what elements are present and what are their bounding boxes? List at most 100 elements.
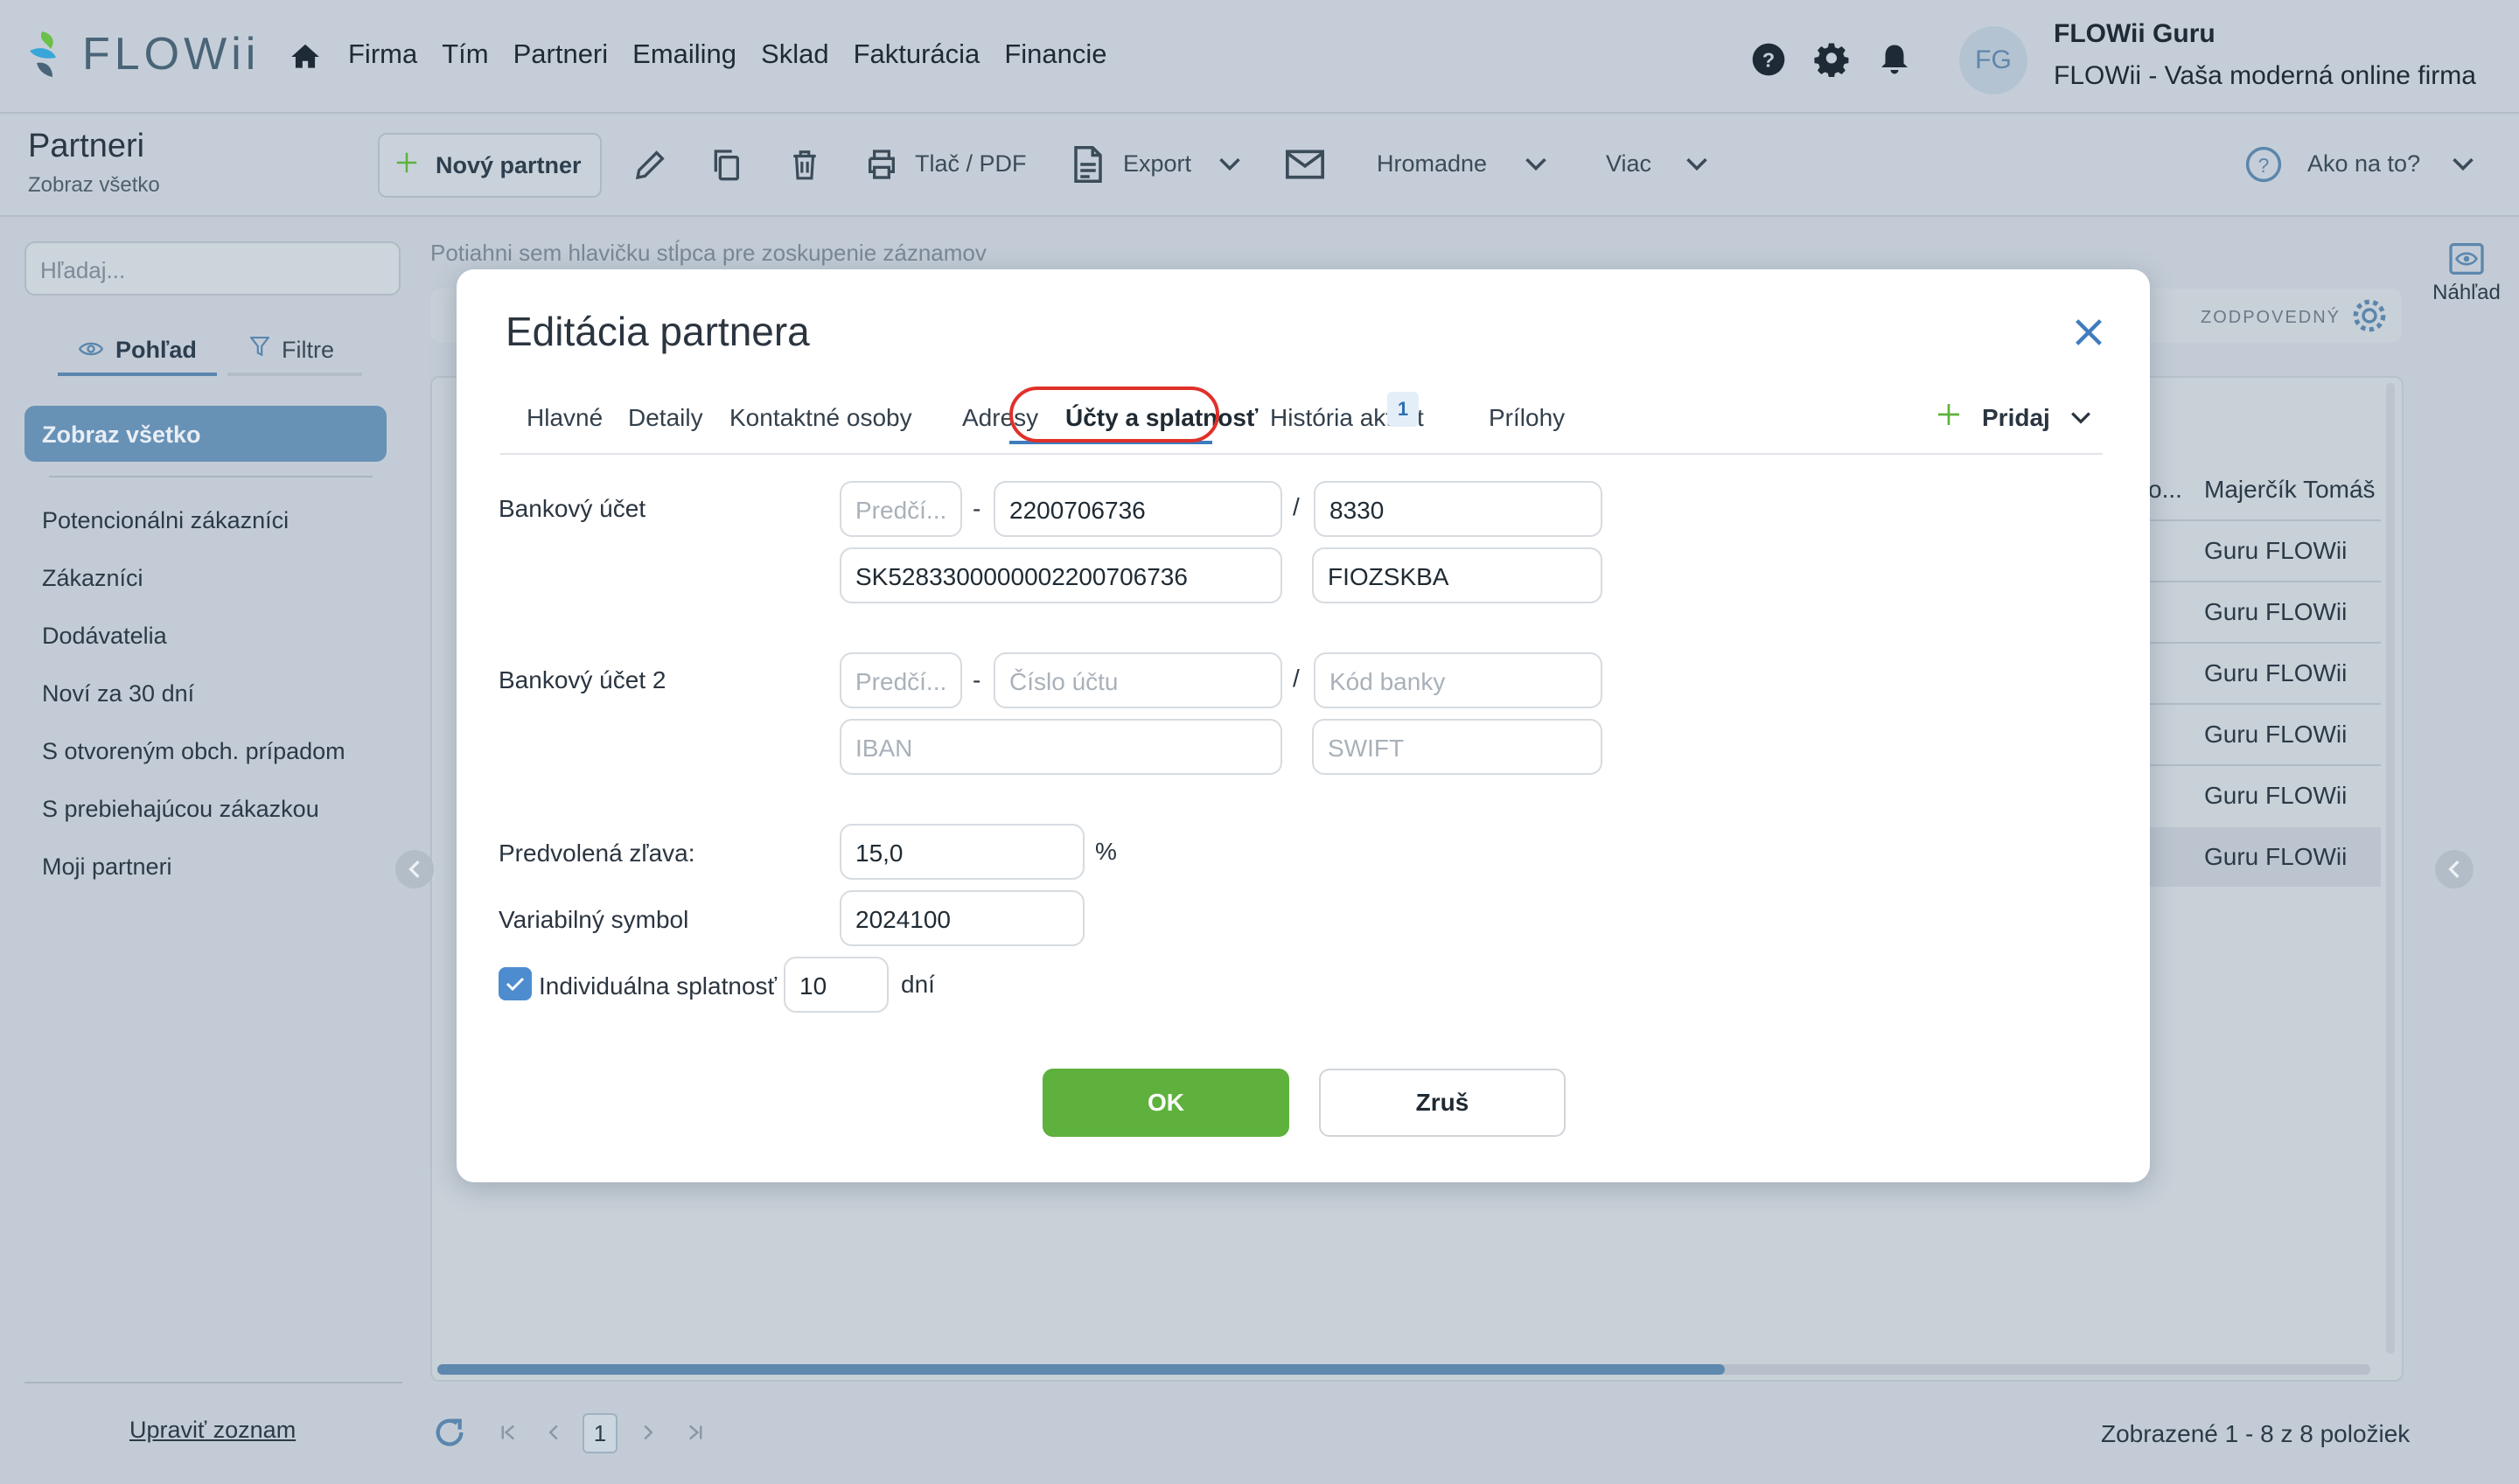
grid-settings-gear-icon[interactable] [2351,297,2388,338]
tab-attachments[interactable]: Prílohy [1489,404,1565,432]
first-page-icon[interactable] [500,1424,516,1446]
activity-count-badge: 1 [1387,392,1419,427]
sidebar-item-potential-customers[interactable]: Potencionálni zákazníci [42,507,289,534]
sidebar-item-ongoing-order[interactable]: S prebiehajúcou zákazkou [42,796,319,823]
bell-icon[interactable] [1877,42,1912,77]
table-row[interactable]: Guru FLOWii [2204,721,2347,749]
printer-icon[interactable] [862,145,901,184]
sidebar-divider [49,476,373,477]
table-row[interactable]: Guru FLOWii [2204,537,2347,565]
prefix-2-separator: - [973,666,981,693]
chevron-down-icon [2069,404,2092,432]
sidebar-item-customers[interactable]: Zákazníci [42,565,143,592]
tab-main[interactable]: Hlavné [527,404,603,432]
eye-icon [78,337,104,364]
page-subtitle: Zobraz všetko [28,173,160,197]
menu-item-financie[interactable]: Financie [1004,38,1106,70]
table-row[interactable]: Guru FLOWii [2204,598,2347,626]
discount-input[interactable]: 15,0 [840,824,1085,880]
horizontal-scrollbar-thumb[interactable] [437,1364,1725,1375]
bank-account-2-number-input[interactable]: Číslo účtu [994,652,1282,708]
sidebar-item-open-deal[interactable]: S otvoreným obch. prípadom [42,738,345,765]
current-page[interactable]: 1 [583,1413,618,1453]
vertical-scrollbar[interactable] [2386,383,2395,1354]
sidebar-item-suppliers[interactable]: Dodávatelia [42,623,167,650]
prev-page-icon[interactable] [548,1424,560,1446]
edit-partner-dialog: Editácia partnera Hlavné Detaily Kontakt… [457,269,2150,1182]
table-row[interactable]: Guru FLOWii [2204,843,2347,871]
help-circle-icon[interactable]: ? [2244,145,2283,184]
edit-list-link[interactable]: Upraviť zoznam [129,1417,296,1444]
tab-filters[interactable]: Filtre [227,327,362,376]
tab-details[interactable]: Detaily [628,404,703,432]
document-icon[interactable] [1069,145,1107,184]
bulk-actions-button[interactable]: Hromadne [1377,150,1487,178]
iban-input[interactable]: SK5283300000002200706736 [840,547,1282,603]
avatar[interactable]: FG [1959,26,2027,94]
help-chevron-down-icon[interactable] [2444,145,2482,184]
menu-item-tim[interactable]: Tím [442,38,488,70]
individual-due-checkbox[interactable] [499,967,532,1000]
table-row[interactable]: Guru FLOWii [2204,782,2347,810]
new-partner-button[interactable]: Nový partner [378,133,602,198]
bank-code-input[interactable]: 8330 [1314,481,1602,537]
group-by-hint: Potiahni sem hlavičku stĺpca pre zoskupe… [430,240,987,266]
table-row[interactable]: Guru FLOWii [2204,659,2347,687]
how-to-button[interactable]: Ako na to? [2307,150,2420,178]
preview-label: Náhľad [2432,281,2501,304]
print-pdf-button[interactable]: Tlač / PDF [915,150,1027,178]
due-days-input[interactable]: 10 [784,957,889,1013]
sidebar-item-my-partners[interactable]: Moji partneri [42,853,172,881]
export-chevron-down-icon[interactable] [1211,145,1249,184]
bank-account-number-input[interactable]: 2200706736 [994,481,1282,537]
collapse-sidebar-chevron-left-icon[interactable] [395,850,434,888]
trash-icon[interactable] [785,145,824,184]
collapse-preview-chevron-left-icon[interactable] [2435,850,2474,888]
next-page-icon[interactable] [642,1424,654,1446]
home-icon[interactable] [289,40,322,78]
more-button[interactable]: Viac [1606,150,1651,178]
more-chevron-down-icon[interactable] [1678,145,1716,184]
add-dropdown-button[interactable]: Pridaj [1935,401,2092,435]
tab-contacts[interactable]: Kontaktné osoby [729,404,912,432]
sidebar-item-show-all[interactable]: Zobraz všetko [24,406,387,462]
preview-eye-icon [2428,243,2505,281]
tab-view-label: Pohľad [115,336,197,363]
swift-input[interactable]: FIOZSKBA [1312,547,1602,603]
menu-item-partneri[interactable]: Partneri [513,38,609,70]
ok-button[interactable]: OK [1043,1069,1289,1137]
preview-toggle[interactable]: Náhľad [2428,243,2505,305]
grid-header-responsible[interactable]: Majerčík Tomáš [2204,476,2376,504]
variable-symbol-input[interactable]: 2024100 [840,890,1085,946]
bank-account-2-prefix-input[interactable]: Predčí... [840,652,962,708]
close-icon[interactable] [2071,315,2106,350]
last-page-icon[interactable] [687,1424,703,1446]
search-input[interactable]: Hľadaj... [24,241,401,296]
bulk-chevron-down-icon[interactable] [1517,145,1555,184]
bank-code-2-input[interactable]: Kód banky [1314,652,1602,708]
menu-item-emailing[interactable]: Emailing [632,38,736,70]
edit-pencil-icon[interactable] [631,145,670,184]
user-name[interactable]: FLOWii Guru [2054,19,2215,49]
copy-icon[interactable] [707,145,745,184]
iban-2-input[interactable]: IBAN [840,719,1282,775]
individual-due-label[interactable]: Individuálna splatnosť [539,972,777,1000]
envelope-icon[interactable] [1286,145,1324,184]
menu-item-firma[interactable]: Firma [348,38,417,70]
flowii-logo[interactable]: FLOWii [26,28,260,80]
variable-symbol-label: Variabilný symbol [499,906,689,933]
add-label: Pridaj [1982,403,2050,431]
menu-item-fakturacia[interactable]: Fakturácia [854,38,980,70]
help-icon[interactable]: ? [1751,42,1786,77]
sidebar-item-new-30-days[interactable]: Noví za 30 dní [42,680,194,707]
export-button[interactable]: Export [1123,150,1191,178]
tab-view[interactable]: Pohľad [58,327,217,376]
cancel-button[interactable]: Zruš [1319,1069,1566,1137]
gear-icon[interactable] [1814,42,1849,77]
bank-account-prefix-input[interactable]: Predčí... [840,481,962,537]
swift-2-input[interactable]: SWIFT [1312,719,1602,775]
menu-item-sklad[interactable]: Sklad [761,38,829,70]
responsible-column-label[interactable]: ZODPOVEDNÝ [2201,308,2341,328]
refresh-icon[interactable] [432,1415,467,1454]
grid-header-truncated[interactable]: o... [2148,476,2182,504]
